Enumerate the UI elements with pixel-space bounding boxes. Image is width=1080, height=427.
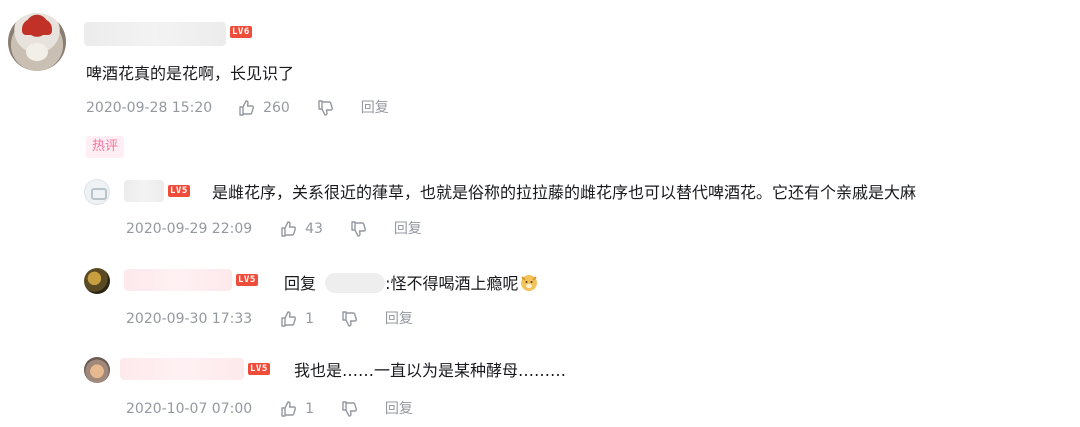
like-icon[interactable]	[237, 99, 255, 117]
reply-text: 是雌花序，关系很近的葎草，也就是俗称的拉拉藤的雌花序也可以替代啤酒花。它还有个亲…	[212, 183, 917, 202]
username-blurred[interactable]	[124, 269, 232, 291]
dislike-icon[interactable]	[340, 400, 358, 418]
reply-text: 回复 :怪不得喝酒上瘾呢	[284, 272, 539, 294]
reply-text: 我也是……一直以为是某种酵母………	[294, 361, 567, 380]
reply-button[interactable]: 回复	[385, 400, 413, 418]
like-count: 1	[305, 401, 314, 417]
avatar[interactable]	[84, 268, 110, 294]
username-blurred[interactable]	[124, 180, 164, 202]
dislike-icon[interactable]	[340, 310, 358, 328]
doge-emoji-icon	[519, 272, 539, 292]
comment-date: 2020-09-28 15:20	[86, 100, 213, 116]
like-icon[interactable]	[279, 220, 297, 238]
avatar[interactable]	[84, 179, 110, 205]
like-count: 260	[263, 100, 290, 116]
reply-meta: 2020-10-07 07:00 1 回复	[126, 400, 413, 418]
avatar[interactable]	[84, 357, 110, 383]
like-icon[interactable]	[279, 310, 297, 328]
reply-prefix: 回复	[284, 274, 317, 293]
like-count: 43	[305, 221, 323, 237]
hot-comment-tag: 热评	[86, 136, 125, 158]
avatar[interactable]	[8, 13, 66, 71]
reply-button[interactable]: 回复	[361, 99, 389, 117]
reply-meta: 2020-09-30 17:33 1 回复	[126, 310, 413, 328]
reply-date: 2020-10-07 07:00	[126, 401, 253, 417]
level-badge: LV5	[248, 363, 270, 375]
comment-meta: 2020-09-28 15:20 260 回复	[86, 99, 389, 117]
like-icon[interactable]	[279, 400, 297, 418]
reply-body: :怪不得喝酒上瘾呢	[385, 274, 519, 293]
reply-button[interactable]: 回复	[394, 220, 422, 238]
mention-link-blurred[interactable]	[325, 273, 386, 293]
level-badge: LV5	[236, 274, 258, 286]
reply-date: 2020-09-30 17:33	[126, 311, 253, 327]
dislike-icon[interactable]	[349, 220, 367, 238]
username-blurred[interactable]	[120, 358, 244, 380]
reply-meta: 2020-09-29 22:09 43 回复	[126, 220, 422, 238]
like-count: 1	[305, 311, 314, 327]
comment-text: 啤酒花真的是花啊，长见识了	[86, 64, 295, 83]
level-badge: LV5	[168, 185, 190, 197]
dislike-icon[interactable]	[316, 99, 334, 117]
reply-button[interactable]: 回复	[385, 310, 413, 328]
reply-date: 2020-09-29 22:09	[126, 221, 253, 237]
username-blurred[interactable]	[84, 22, 226, 46]
level-badge: LV6	[230, 26, 252, 38]
